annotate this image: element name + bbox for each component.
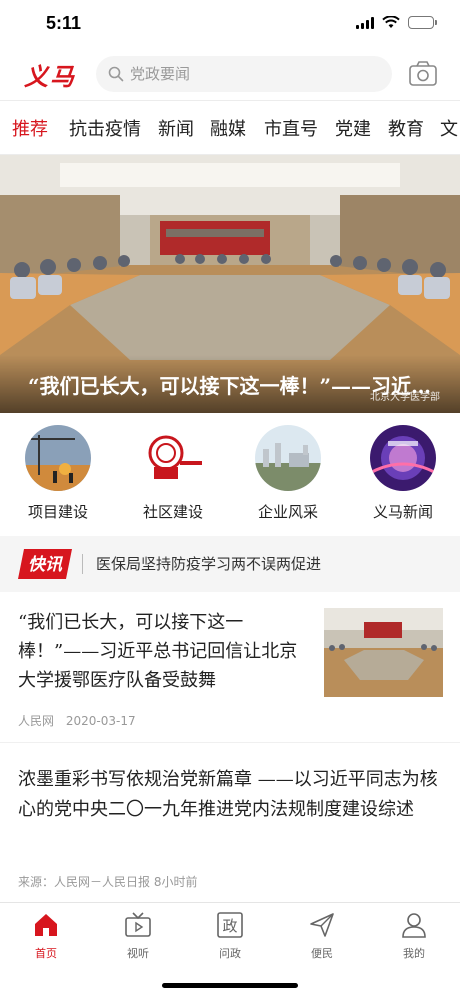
news-flash-bar[interactable]: 快讯 医保局坚持防疫学习两不误两促进 [0,536,460,592]
factory-image [255,425,321,491]
app-header: 义马 [0,48,460,100]
quick-link-yima-news[interactable]: 义马新闻 [353,425,453,522]
tab-party[interactable]: 党建 [335,115,371,141]
community-logo [140,425,206,491]
news-flash-text: 医保局坚持防疫学习两不误两促进 [96,555,322,573]
banner-carousel[interactable]: “我们已长大，可以接下这一棒！”——习近平总书记回信让北京大学援鄂医疗队备受鼓舞… [0,155,460,413]
quick-links: 项目建设 社区建设 企业风采 义马新闻 [0,413,460,536]
article-title: 浓墨重彩书写依规治党新篇章 ——以习近平同志为核心的党中央二〇一九年推进党内法规… [18,769,438,820]
article-thumbnail [324,608,443,697]
home-indicator[interactable] [162,983,298,988]
user-icon [402,913,426,938]
article-meta: 人民网 2020-03-17 [18,712,136,729]
article-source: 人民网 [18,714,55,728]
home-icon [35,914,57,936]
nav-inquiry[interactable]: 政 问政 [184,911,276,961]
app-logo: 义马 [24,62,76,91]
article-card[interactable]: “我们已长大，可以接下这一棒！”——习近平总书记回信让北京大学援鄂医疗队备受鼓舞… [0,592,460,742]
nav-label: 我的 [403,947,425,960]
category-tabs: 推荐 抗击疫情 新闻 融媒 市直号 党建 教育 文 [0,100,460,155]
status-bar: 5:11 [0,0,460,48]
search-input[interactable] [130,65,370,83]
status-icons [356,16,437,29]
search-icon [108,66,124,82]
bottom-navigation: 首页 视听 政 问政 便民 我的 [0,902,460,996]
banner-watermark: 北京大学医学部 [370,392,440,403]
status-time: 5:11 [46,13,82,33]
tab-education[interactable]: 教育 [388,115,424,141]
tab-culture[interactable]: 文 [440,115,458,141]
tab-media[interactable]: 融媒 [210,115,246,141]
nav-profile[interactable]: 我的 [368,911,460,961]
article-date: 2020-03-17 [65,714,136,728]
nav-label: 便民 [311,947,333,960]
quick-link-label: 社区建设 [142,503,203,521]
nav-media[interactable]: 视听 [92,911,184,961]
article-card[interactable]: 浓墨重彩书写依规治党新篇章 ——以习近平同志为核心的党中央二〇一九年推进党内法规… [0,742,460,902]
news-flash-badge-text: 快讯 [28,555,64,575]
nav-label: 问政 [219,947,241,960]
quick-link-projects[interactable]: 项目建设 [8,425,108,522]
battery-icon [408,16,437,29]
tab-news[interactable]: 新闻 [158,115,194,141]
tab-city-accounts[interactable]: 市直号 [264,115,318,141]
news-flash-divider [82,554,83,574]
tab-recommend[interactable]: 推荐 [12,115,48,141]
search-bar[interactable] [96,56,392,92]
quick-link-community[interactable]: 社区建设 [123,425,223,522]
nav-label: 首页 [35,947,57,960]
construction-image [25,425,91,491]
news-flash-badge: 快讯 [18,549,72,579]
quick-link-enterprise[interactable]: 企业风采 [238,425,338,522]
wifi-icon [382,16,400,28]
camera-icon[interactable] [408,60,438,88]
article-meta: 来源：人民网－人民日报 8小时前 [18,875,198,889]
signal-icon [356,16,374,29]
zheng-glyph: 政 [222,917,237,935]
nav-services[interactable]: 便民 [276,911,368,961]
quick-link-label: 企业风采 [257,503,318,521]
article-title: “我们已长大，可以接下这一棒！”——习近平总书记回信让北京大学援鄂医疗队备受鼓舞 [18,612,298,691]
quick-link-label: 义马新闻 [372,503,433,521]
nav-label: 视听 [127,947,149,960]
news-image [370,425,436,491]
zheng-icon: 政 [217,912,243,938]
tab-epidemic[interactable]: 抗击疫情 [69,115,141,141]
tv-icon [125,912,151,937]
quick-link-label: 项目建设 [27,503,88,521]
send-icon [310,913,334,937]
nav-home[interactable]: 首页 [0,911,92,961]
